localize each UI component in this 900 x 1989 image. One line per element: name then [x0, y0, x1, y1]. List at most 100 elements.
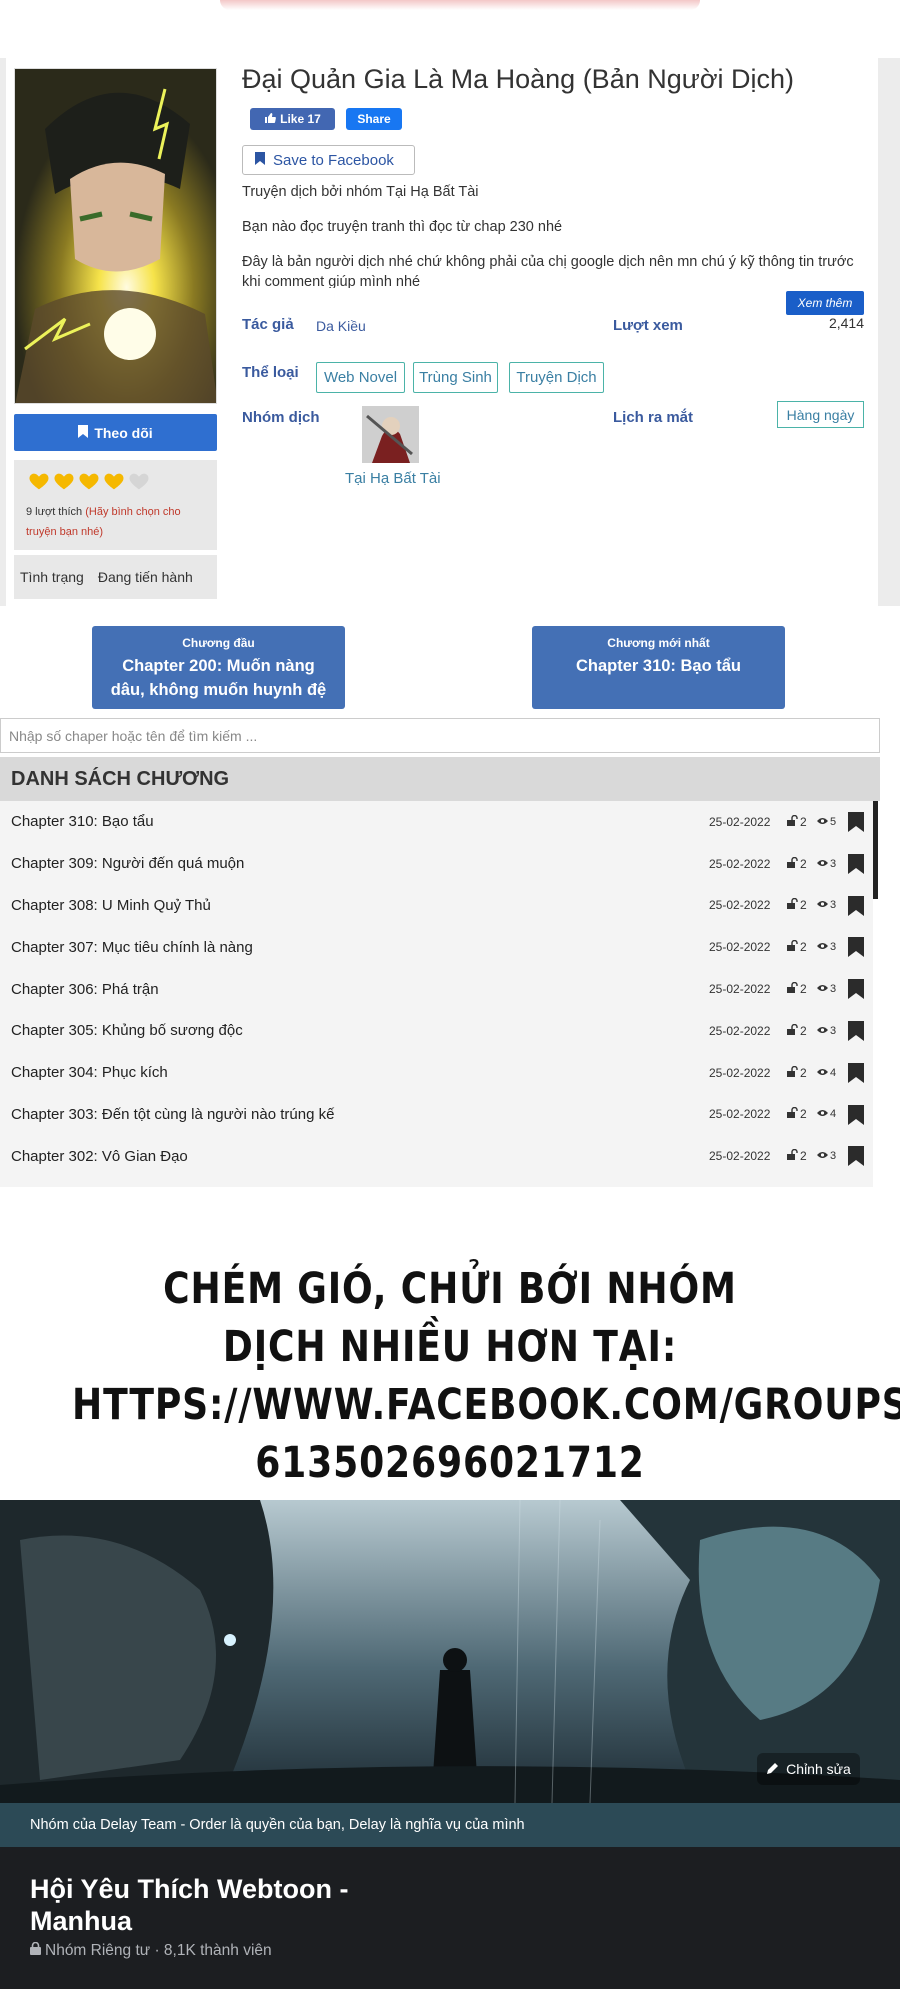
view-count: 5 — [830, 815, 837, 828]
top-decoration — [220, 0, 700, 10]
chapter-date: 25-02-2022 — [709, 940, 771, 955]
chapter-date: 25-02-2022 — [709, 814, 771, 829]
chapter-list-header: DANH SÁCH CHƯƠNG — [0, 757, 880, 801]
bookmark-icon[interactable] — [848, 937, 864, 958]
lock-icon — [30, 1941, 41, 1960]
unlock-icon — [787, 940, 798, 954]
lock-count: 2 — [800, 940, 807, 955]
bookmark-icon[interactable] — [848, 812, 864, 832]
edit-cover-button[interactable]: Chỉnh sửa — [757, 1753, 860, 1785]
fb-group-name-line: Manhua — [30, 1906, 133, 1936]
heart-icon[interactable] — [28, 470, 50, 492]
chapter-search-input[interactable] — [0, 718, 880, 753]
fb-group-name-line: Hội Yêu Thích Webtoon - — [30, 1874, 349, 1904]
chapter-date: 25-02-2022 — [709, 898, 771, 913]
cover-image[interactable] — [14, 68, 217, 404]
follow-label: Theo dõi — [94, 424, 153, 441]
eye-icon — [817, 983, 828, 995]
chapter-row[interactable]: Chapter 307: Mục tiêu chính là nàng 25-02… — [0, 926, 873, 968]
rating-stars[interactable] — [28, 470, 211, 492]
heart-icon[interactable] — [53, 470, 75, 492]
chapter-row[interactable]: Chapter 308: U Minh Quỷ Thủ 25-02-2022 2 3 — [0, 885, 873, 927]
lock-count: 2 — [800, 982, 807, 997]
chapter-lock: 2 — [787, 1107, 807, 1121]
genre-tag[interactable]: Web Novel — [316, 362, 405, 393]
genre-tag[interactable]: Trùng Sinh — [413, 362, 498, 393]
chapter-title[interactable]: Chapter 308: U Minh Quỷ Thủ — [11, 897, 211, 914]
fb-like-label: Like 17 — [280, 112, 321, 126]
view-count: 4 — [830, 1066, 837, 1079]
rating-box: 9 lượt thích (Hãy bình chọn cho truyện b… — [14, 460, 217, 550]
chapter-title[interactable]: Chapter 302: Vô Gian Đạo — [11, 1148, 188, 1165]
eye-icon — [817, 816, 828, 828]
view-count: 3 — [830, 899, 837, 912]
manga-title: Đại Quản Gia Là Ma Hoàng (Bản Người Dịch… — [242, 64, 795, 94]
chapter-title[interactable]: Chapter 303: Đến tột cùng là người nào t… — [11, 1106, 334, 1123]
chapter-row[interactable]: Chapter 305: Khủng bố sương độc 25-02-202… — [0, 1010, 873, 1052]
bookmark-icon — [78, 424, 89, 441]
chapter-row[interactable]: Chapter 303: Đến tột cùng là người nào t… — [0, 1094, 873, 1136]
bookmark-icon[interactable] — [848, 979, 864, 1000]
chapter-row[interactable]: Chapter 304: Phục kích 25-02-2022 2 4 — [0, 1052, 873, 1094]
chapter-title[interactable]: Chapter 305: Khủng bố sương độc — [11, 1022, 243, 1039]
view-count: 4 — [830, 1108, 837, 1121]
unlock-icon — [787, 1023, 798, 1038]
chapter-title[interactable]: Chapter 304: Phục kích — [11, 1064, 168, 1081]
rating-text: 9 lượt thích (Hãy bình chọn cho truyện b… — [26, 502, 211, 542]
group-name[interactable]: Tại Hạ Bất Tài — [345, 470, 441, 487]
chapter-lock: 2 — [787, 814, 807, 829]
chapter-title[interactable]: Chapter 309: Người đến quá muộn — [11, 855, 244, 872]
chapter-date: 25-02-2022 — [709, 1065, 771, 1080]
chapter-views: 4 — [817, 1067, 836, 1079]
author-value[interactable]: Da Kiều — [316, 318, 366, 334]
chapter-list-scrollbar[interactable] — [873, 801, 878, 899]
chapter-row[interactable]: Chapter 306: Phá trận 25-02-2022 2 3 — [0, 968, 873, 1010]
author-label: Tác giả — [242, 316, 294, 333]
save-to-facebook-button[interactable]: Save to Facebook — [242, 145, 415, 175]
genre-tag[interactable]: Truyện Dịch — [509, 362, 604, 393]
bookmark-icon[interactable] — [848, 1146, 864, 1167]
chapter-row[interactable]: Chapter 302: Vô Gian Đạo 25-02-2022 2 3 — [0, 1135, 873, 1177]
lock-count: 2 — [800, 1149, 807, 1164]
fb-group-name[interactable]: Hội Yêu Thích Webtoon - Manhua — [30, 1873, 349, 1937]
save-label: Save to Facebook — [273, 151, 394, 169]
latest-chapter-title: Chapter 310: Bạo tẩu — [575, 657, 742, 675]
heart-icon[interactable] — [78, 470, 100, 492]
bookmark-icon[interactable] — [848, 1104, 864, 1125]
group-avatar[interactable] — [362, 406, 419, 463]
fb-group-meta-text: Nhóm Riêng tư · 8,1K thành viên — [45, 1942, 272, 1959]
first-chapter-title: Chapter 200: Muốn nàng dâu, không muốn h… — [110, 657, 327, 699]
bookmark-icon[interactable] — [848, 1020, 864, 1041]
description-line: Đây là bản người dịch nhé chứ không phải… — [242, 254, 854, 288]
latest-chapter-button[interactable]: Chương mới nhất Chapter 310: Bạo tẩu — [532, 626, 785, 709]
chapter-title[interactable]: Chapter 310: Bạo tẩu — [11, 813, 154, 830]
views-label: Lượt xem — [613, 317, 683, 334]
chapter-title[interactable]: Chapter 307: Mục tiêu chính là nàng — [11, 939, 253, 956]
view-count: 3 — [830, 983, 837, 996]
chapter-views: 3 — [817, 1025, 836, 1037]
chapter-title[interactable]: Chapter 306: Phá trận — [11, 981, 159, 998]
pencil-icon — [766, 1761, 780, 1778]
chapter-row[interactable]: Chapter 310: Bạo tẩu 25-02-2022 2 5 — [0, 801, 873, 843]
chapter-lock: 2 — [787, 856, 807, 871]
chapter-row[interactable]: Chapter 309: Người đến quá muộn 25-02-202… — [0, 843, 873, 885]
bookmark-icon[interactable] — [848, 895, 864, 916]
heart-icon[interactable] — [128, 470, 150, 492]
fb-share-button[interactable]: Share — [346, 108, 402, 130]
chapter-lock: 2 — [787, 898, 807, 912]
chapter-date: 25-02-2022 — [709, 982, 771, 997]
chapter-views: 3 — [817, 1150, 836, 1162]
fb-like-button[interactable]: Like 17 — [250, 108, 335, 130]
follow-button[interactable]: Theo dõi — [14, 414, 217, 451]
chapter-date: 25-02-2022 — [709, 1023, 771, 1038]
chapter-date: 25-02-2022 — [709, 1107, 771, 1122]
unlock-icon — [787, 1065, 798, 1080]
bookmark-icon[interactable] — [848, 1062, 864, 1083]
first-chapter-button[interactable]: Chương đầu Chapter 200: Muốn nàng dâu, k… — [92, 626, 345, 709]
status-label: Tình trạng — [20, 569, 84, 585]
bookmark-icon[interactable] — [848, 853, 864, 874]
unlock-icon — [787, 1107, 798, 1121]
heart-icon[interactable] — [103, 470, 125, 492]
see-more-button[interactable]: Xem thêm — [786, 291, 864, 315]
view-count: 3 — [830, 1150, 837, 1163]
